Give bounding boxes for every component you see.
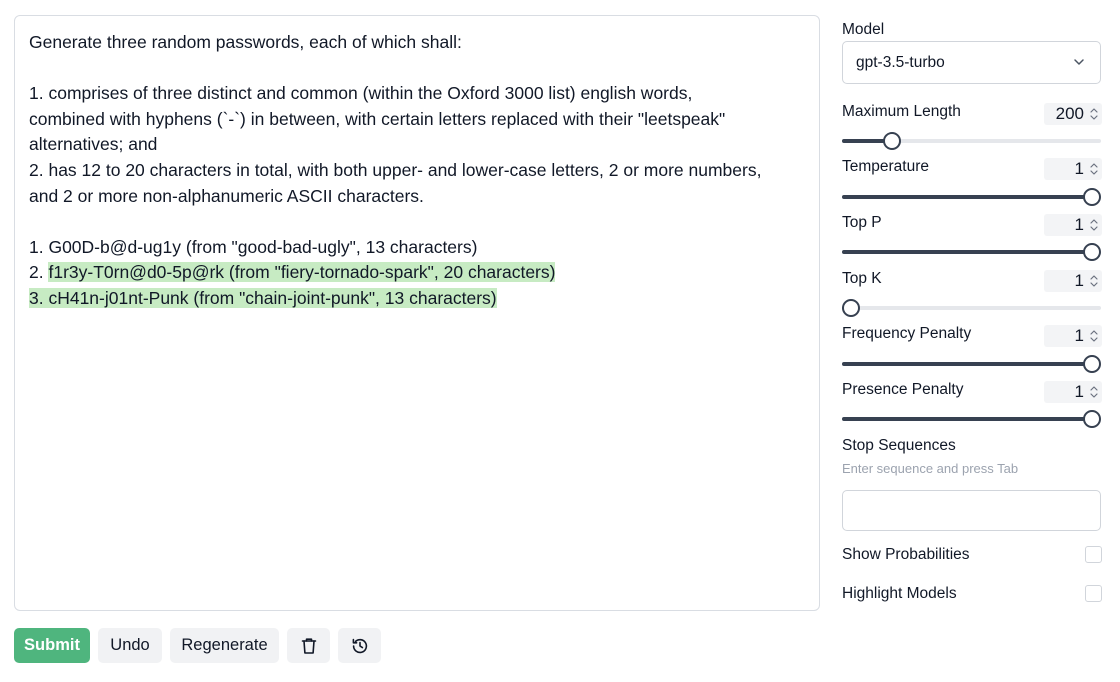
delete-button[interactable] xyxy=(287,628,330,663)
slider-fill xyxy=(842,250,1092,254)
temperature-label: Temperature xyxy=(842,158,930,175)
spinner-icon[interactable] xyxy=(1089,328,1099,344)
frequency-penalty-input[interactable]: 1 xyxy=(1044,325,1102,347)
prompt-line: 2. has 12 to 20 characters in total, wit… xyxy=(29,159,762,180)
show-probabilities-checkbox[interactable] xyxy=(1085,546,1102,563)
history-icon xyxy=(352,638,367,653)
spinner-icon[interactable] xyxy=(1089,217,1099,233)
top-p-label: Top P xyxy=(842,214,882,231)
spinner-icon[interactable] xyxy=(1089,384,1099,400)
slider-thumb[interactable] xyxy=(882,132,901,150)
top-p-input[interactable]: 1 xyxy=(1044,214,1102,236)
prompt-line: 1. G00D-b@d-ug1y (from "good-bad-ugly", … xyxy=(29,236,478,257)
trash-icon xyxy=(301,637,316,654)
spinner-icon[interactable] xyxy=(1089,106,1099,122)
slider-thumb[interactable] xyxy=(842,299,860,317)
slider-thumb[interactable] xyxy=(1083,243,1101,261)
prompt-line xyxy=(29,209,805,235)
prompt-line: and 2 or more non-alphanumeric ASCII cha… xyxy=(29,185,424,206)
highlighted-completion: f1r3y-T0rn@d0-5p@rk (from "fiery-tornado… xyxy=(48,262,556,283)
prompt-line xyxy=(29,56,805,82)
show-probabilities-label: Show Probabilities xyxy=(842,546,970,563)
spinner-icon[interactable] xyxy=(1089,161,1099,177)
max-length-label: Maximum Length xyxy=(842,103,961,120)
stop-sequences-input[interactable] xyxy=(842,490,1101,531)
slider-fill xyxy=(842,362,1092,366)
undo-button[interactable]: Undo xyxy=(98,628,162,663)
highlighted-completion: 3. cH41n-j01nt-Punk (from "chain-joint-p… xyxy=(29,287,497,308)
temperature-value: 1 xyxy=(1074,159,1084,178)
completion-prefix: 2. xyxy=(29,262,49,283)
stop-sequences-label: Stop Sequences xyxy=(842,437,956,454)
completion-line: 3. cH41n-j01nt-Punk (from "chain-joint-p… xyxy=(29,286,805,312)
regenerate-button[interactable]: Regenerate xyxy=(170,628,279,663)
top-k-slider[interactable] xyxy=(842,299,1101,317)
stop-sequences-hint: Enter sequence and press Tab xyxy=(842,461,1019,476)
presence-penalty-slider[interactable] xyxy=(842,410,1101,428)
temperature-slider[interactable] xyxy=(842,188,1101,206)
model-label: Model xyxy=(842,21,885,38)
prompt-editor[interactable]: Generate three random passwords, each of… xyxy=(14,15,820,611)
spinner-icon[interactable] xyxy=(1089,273,1099,289)
top-p-slider[interactable] xyxy=(842,243,1101,261)
top-p-value: 1 xyxy=(1074,215,1084,234)
presence-penalty-input[interactable]: 1 xyxy=(1044,381,1102,403)
slider-thumb[interactable] xyxy=(1083,410,1101,428)
top-k-input[interactable]: 1 xyxy=(1044,270,1102,292)
model-select-value: gpt-3.5-turbo xyxy=(856,53,945,71)
slider-fill xyxy=(842,417,1092,421)
top-k-value: 1 xyxy=(1074,271,1084,290)
prompt-line: alternatives; and xyxy=(29,134,158,155)
slider-thumb[interactable] xyxy=(1083,355,1101,373)
prompt-line: 1. comprises of three distinct and commo… xyxy=(29,83,693,104)
chevron-down-icon xyxy=(1074,59,1084,65)
max-length-input[interactable]: 200 xyxy=(1044,103,1102,125)
frequency-penalty-value: 1 xyxy=(1074,326,1084,345)
presence-penalty-value: 1 xyxy=(1074,382,1084,401)
max-length-slider[interactable] xyxy=(842,132,1101,150)
completion-line: 2. f1r3y-T0rn@d0-5p@rk (from "fiery-torn… xyxy=(29,260,805,286)
top-k-label: Top K xyxy=(842,270,882,287)
highlight-models-checkbox[interactable] xyxy=(1085,585,1102,602)
frequency-penalty-slider[interactable] xyxy=(842,355,1101,373)
frequency-penalty-label: Frequency Penalty xyxy=(842,325,972,342)
slider-thumb[interactable] xyxy=(1083,188,1101,206)
prompt-line: combined with hyphens (`-`) in between, … xyxy=(29,108,726,129)
submit-button[interactable]: Submit xyxy=(14,628,90,663)
model-select[interactable]: gpt-3.5-turbo xyxy=(842,41,1101,84)
history-button[interactable] xyxy=(338,628,381,663)
temperature-input[interactable]: 1 xyxy=(1044,158,1102,180)
slider-fill xyxy=(842,195,1092,199)
action-bar: Submit Undo Regenerate xyxy=(14,628,381,663)
prompt-line: Generate three random passwords, each of… xyxy=(29,32,462,52)
max-length-value: 200 xyxy=(1055,104,1084,123)
presence-penalty-label: Presence Penalty xyxy=(842,381,964,398)
highlight-models-label: Highlight Models xyxy=(842,585,957,602)
